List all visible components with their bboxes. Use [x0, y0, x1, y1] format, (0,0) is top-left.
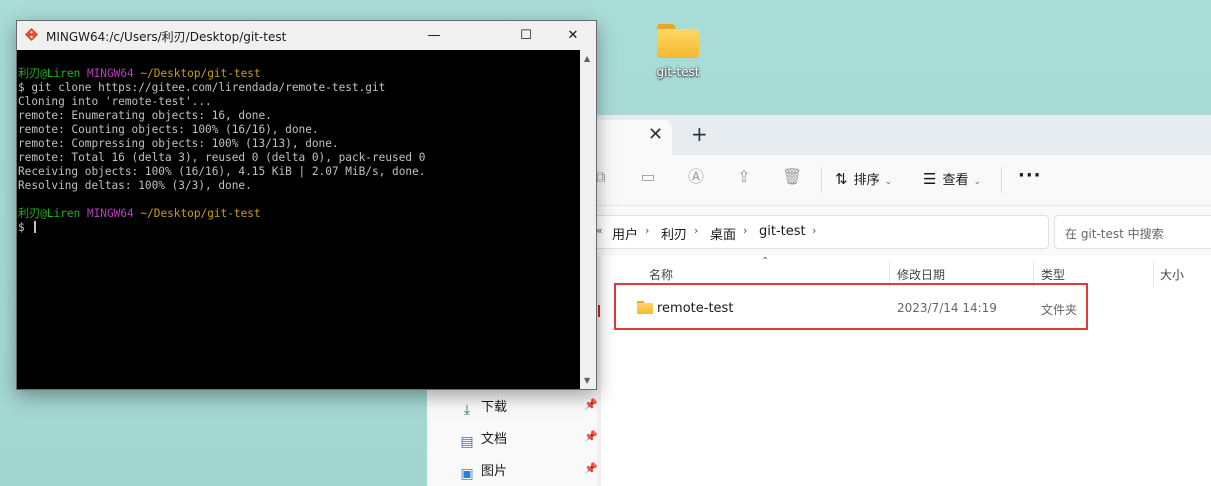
overflow-chevron-icon[interactable]: «: [596, 224, 603, 237]
highlight-annotation-box: [614, 283, 1088, 330]
breadcrumb-separator: ›: [645, 224, 650, 237]
terminal-line: remote: Compressing objects: 100% (13/13…: [18, 137, 339, 150]
view-label: 查看: [942, 173, 969, 188]
minimize-button[interactable]: —: [411, 24, 457, 47]
chevron-down-icon: ⌄: [973, 177, 982, 187]
terminal-line: remote: Total 16 (delta 3), reused 0 (de…: [18, 151, 426, 164]
breadcrumb-separator: ›: [812, 224, 817, 237]
close-tab-icon[interactable]: ✕: [648, 125, 663, 145]
nav-label: 下载: [481, 400, 508, 415]
terminal-title: MINGW64:/c/Users/利刃/Desktop/git-test: [46, 30, 287, 44]
terminal-output[interactable]: 利刃@Liren MINGW64 ~/Desktop/git-test $ gi…: [17, 50, 579, 389]
sort-button[interactable]: ⇅ 排序 ⌄: [835, 169, 892, 188]
column-header-name[interactable]: 名称: [649, 266, 673, 283]
selection-indicator: [598, 305, 600, 317]
address-bar[interactable]: « 用户 › 利刃 › 桌面 › git-test › ⌄ ↻: [587, 215, 1189, 249]
chevron-down-icon: ⌄: [884, 177, 893, 187]
column-header-date[interactable]: 修改日期: [897, 266, 945, 283]
document-icon: ▤: [460, 434, 474, 450]
prompt-line: 利刃@Liren MINGW64 ~/Desktop/git-test: [18, 67, 579, 81]
folder-icon: [657, 24, 699, 58]
sort-ascending-icon: ⌃: [761, 256, 770, 267]
toolbar-divider: [821, 167, 822, 193]
terminal-line: Cloning into 'remote-test'...: [18, 95, 212, 108]
prompt-host: MINGW64: [86, 67, 134, 80]
maximize-button[interactable]: ☐: [503, 24, 549, 47]
prompt-path: ~/Desktop/git-test: [140, 67, 261, 80]
breadcrumb-users[interactable]: 用户: [612, 224, 638, 243]
view-icon: ☰: [923, 170, 937, 188]
download-icon: ⤓: [463, 402, 471, 418]
text-cursor: [34, 221, 37, 233]
pin-icon[interactable]: 📌: [584, 462, 598, 475]
prompt-path: ~/Desktop/git-test: [140, 207, 261, 220]
breadcrumb-separator: ›: [694, 224, 699, 237]
breadcrumb-separator: ›: [743, 224, 748, 237]
more-options-button[interactable]: ···: [1018, 165, 1042, 186]
new-tab-button[interactable]: +: [691, 124, 708, 144]
prompt-user: 利刃@Liren: [18, 207, 81, 220]
view-button[interactable]: ☰ 查看 ⌄: [923, 169, 981, 188]
nav-label: 图片: [481, 464, 508, 479]
desktop-icon-label: git-test: [656, 65, 700, 79]
pin-icon[interactable]: 📌: [584, 430, 598, 443]
desktop-folder-git-test[interactable]: git-test: [648, 24, 708, 79]
git-bash-window[interactable]: MINGW64:/c/Users/利刃/Desktop/git-test — ☐…: [16, 20, 597, 390]
column-header-type[interactable]: 类型: [1041, 266, 1065, 283]
prompt-user: 利刃@Liren: [18, 67, 81, 80]
search-input[interactable]: 在 git-test 中搜索: [1054, 215, 1211, 249]
sort-icon: ⇅: [835, 170, 848, 188]
watermark: CSDN @利刃大大: [1026, 460, 1174, 481]
nav-label: 文档: [481, 432, 508, 447]
nav-item-pictures[interactable]: ▣ 图片 📌: [459, 460, 597, 482]
close-button[interactable]: ✕: [550, 24, 596, 47]
search-placeholder: 在 git-test 中搜索: [1065, 227, 1164, 241]
paste-icon[interactable]: ▭: [638, 167, 658, 187]
pin-icon[interactable]: 📌: [584, 398, 598, 411]
picture-icon: ▣: [460, 466, 474, 482]
prompt-line: 利刃@Liren MINGW64 ~/Desktop/git-test: [18, 207, 579, 221]
rename-icon[interactable]: Ⓐ: [686, 167, 706, 187]
nav-item-documents[interactable]: ▤ 文档 📌: [459, 428, 597, 450]
terminal-line: Resolving deltas: 100% (3/3), done.: [18, 179, 252, 192]
breadcrumb-user[interactable]: 利刃: [661, 224, 687, 243]
scroll-up-icon[interactable]: ▲: [584, 54, 590, 63]
terminal-scrollbar[interactable]: ▲ ▼: [580, 50, 596, 389]
terminal-line: $ git clone https://gitee.com/lirendada/…: [18, 81, 386, 94]
prompt-host: MINGW64: [86, 207, 134, 220]
prompt-dollar: $: [18, 221, 32, 234]
terminal-line: remote: Enumerating objects: 16, done.: [18, 109, 272, 122]
scroll-down-icon[interactable]: ▼: [584, 376, 590, 385]
delete-icon[interactable]: 🗑: [782, 167, 802, 187]
sort-label: 排序: [853, 173, 880, 188]
breadcrumb-desktop[interactable]: 桌面: [710, 224, 736, 243]
command-input-line[interactable]: $: [18, 221, 579, 235]
terminal-line: Receiving objects: 100% (16/16), 4.15 Ki…: [18, 165, 426, 178]
toolbar-divider: [1001, 167, 1002, 193]
terminal-line: remote: Counting objects: 100% (16/16), …: [18, 123, 319, 136]
git-logo-icon: [25, 28, 38, 41]
breadcrumb-git-test[interactable]: git-test: [759, 224, 806, 239]
column-header-size[interactable]: 大小: [1160, 266, 1184, 283]
share-icon[interactable]: ⇪: [734, 167, 754, 187]
column-divider[interactable]: [1153, 261, 1154, 287]
nav-item-downloads[interactable]: ⤓ 下载 📌: [459, 396, 598, 418]
terminal-title-bar[interactable]: MINGW64:/c/Users/利刃/Desktop/git-test — ☐…: [17, 21, 596, 50]
